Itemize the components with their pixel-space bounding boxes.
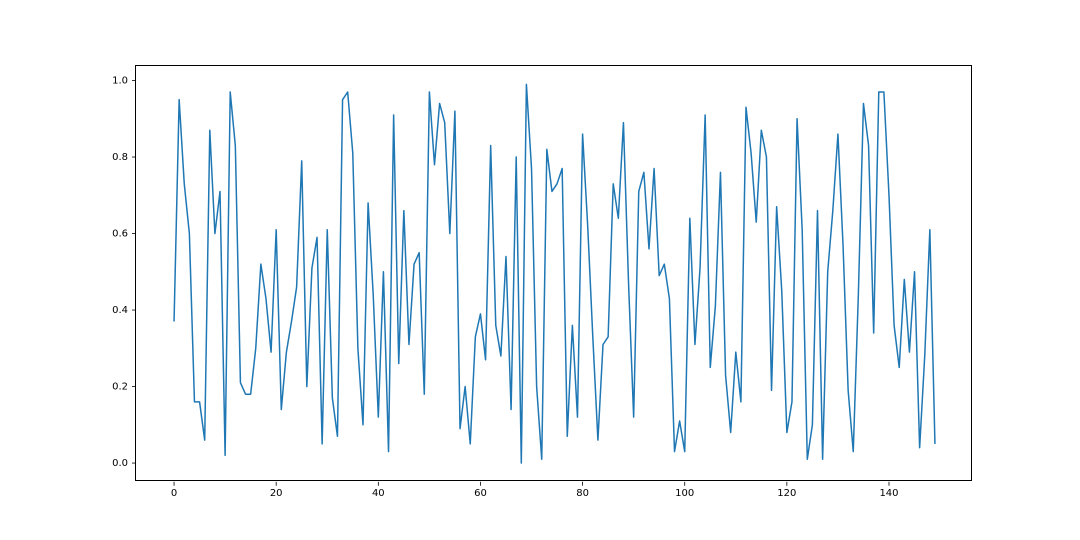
x-tick: 100 — [675, 482, 694, 499]
y-tick-label: 0.4 — [112, 305, 128, 316]
x-tick: 40 — [372, 482, 385, 499]
y-axis-ticks: 0.0 0.2 0.4 0.6 0.8 1.0 — [112, 75, 136, 469]
figure: 0 20 40 60 80 100 120 140 0.0 0.2 0.4 0.6 0.8 1.0 — [0, 0, 1080, 540]
plot-axes: 020406080100120140 0.00.20.40.60.81.0 — [135, 65, 972, 481]
y-tick: 0.2 — [112, 381, 136, 392]
y-tick-label: 0.6 — [112, 228, 128, 239]
y-tick: 0.6 — [112, 228, 136, 239]
plot-svg: 020406080100120140 0.00.20.40.60.81.0 — [136, 66, 973, 482]
x-tick: 0 — [171, 482, 177, 499]
x-tick-label: 120 — [777, 488, 796, 499]
y-tick-label: 0.2 — [112, 381, 128, 392]
y-tick: 0.4 — [112, 305, 136, 316]
line-series — [174, 84, 935, 463]
x-tick-label: 80 — [576, 488, 589, 499]
x-tick-label: 0 — [171, 488, 177, 499]
y-tick-label: 0.8 — [112, 152, 128, 163]
y-tick: 0.8 — [112, 152, 136, 163]
x-tick-label: 60 — [474, 488, 487, 499]
x-axis-ticks: 0 20 40 60 80 100 120 140 — [171, 482, 899, 499]
x-tick: 60 — [474, 482, 487, 499]
y-tick: 1.0 — [112, 75, 136, 86]
y-tick: 0.0 — [112, 458, 136, 469]
y-tick-label: 1.0 — [112, 75, 128, 86]
x-tick: 120 — [777, 482, 796, 499]
x-tick-label: 100 — [675, 488, 694, 499]
x-tick: 20 — [270, 482, 283, 499]
x-tick-label: 40 — [372, 488, 385, 499]
x-tick: 80 — [576, 482, 589, 499]
x-tick: 140 — [879, 482, 898, 499]
y-tick-label: 0.0 — [112, 458, 128, 469]
x-tick-label: 140 — [879, 488, 898, 499]
x-tick-label: 20 — [270, 488, 283, 499]
